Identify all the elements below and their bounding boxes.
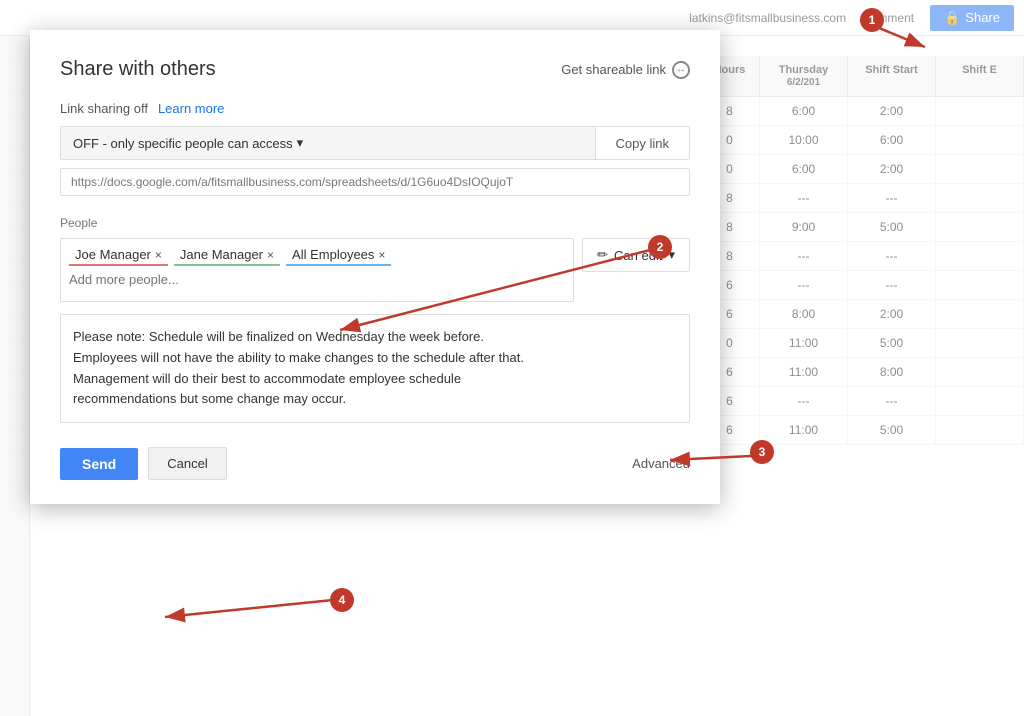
annotation-1: 1 — [860, 8, 884, 32]
people-label: People — [60, 216, 690, 230]
remove-jane-button[interactable]: × — [267, 248, 274, 262]
advanced-button[interactable]: Advanced — [632, 456, 690, 471]
link-sharing-row: Link sharing off Learn more — [60, 101, 690, 116]
dropdown-icon: ▾ — [297, 135, 304, 151]
link-select[interactable]: OFF - only specific people can access ▾ — [61, 127, 596, 159]
url-display: https://docs.google.com/a/fitsmallbusine… — [60, 168, 690, 196]
send-button[interactable]: Send — [60, 448, 138, 480]
remove-all-button[interactable]: × — [378, 248, 385, 262]
tag-joe-manager: Joe Manager × — [69, 245, 168, 266]
learn-more-link[interactable]: Learn more — [158, 101, 224, 116]
link-row: OFF - only specific people can access ▾ … — [60, 126, 690, 160]
tag-jane-manager: Jane Manager × — [174, 245, 280, 266]
cancel-button[interactable]: Cancel — [148, 447, 226, 480]
annotation-4: 4 — [330, 588, 354, 612]
share-dialog: Share with others Get shareable link ↔ L… — [30, 30, 720, 504]
add-people-input[interactable] — [69, 270, 565, 289]
people-input-area[interactable]: Joe Manager × Jane Manager × All Employe… — [60, 238, 574, 302]
dialog-title: Share with others — [60, 58, 216, 81]
dialog-header: Share with others Get shareable link ↔ — [60, 58, 690, 81]
annotation-3: 3 — [750, 440, 774, 464]
tag-all-employees: All Employees × — [286, 245, 391, 266]
remove-joe-button[interactable]: × — [155, 248, 162, 262]
bottom-row: Send Cancel Advanced — [60, 447, 690, 480]
annotation-2: 2 — [648, 235, 672, 259]
pencil-icon: ✏ — [597, 247, 608, 263]
link-icon: ↔ — [672, 61, 690, 79]
shareable-link-button[interactable]: Get shareable link ↔ — [561, 61, 690, 79]
can-edit-button[interactable]: ✏ Can edit ▾ — [582, 238, 690, 272]
message-area[interactable]: Please note: Schedule will be finalized … — [60, 314, 690, 423]
tags-row: Joe Manager × Jane Manager × All Employe… — [69, 245, 565, 266]
people-row: Joe Manager × Jane Manager × All Employe… — [60, 238, 690, 302]
copy-link-button[interactable]: Copy link — [596, 128, 689, 159]
